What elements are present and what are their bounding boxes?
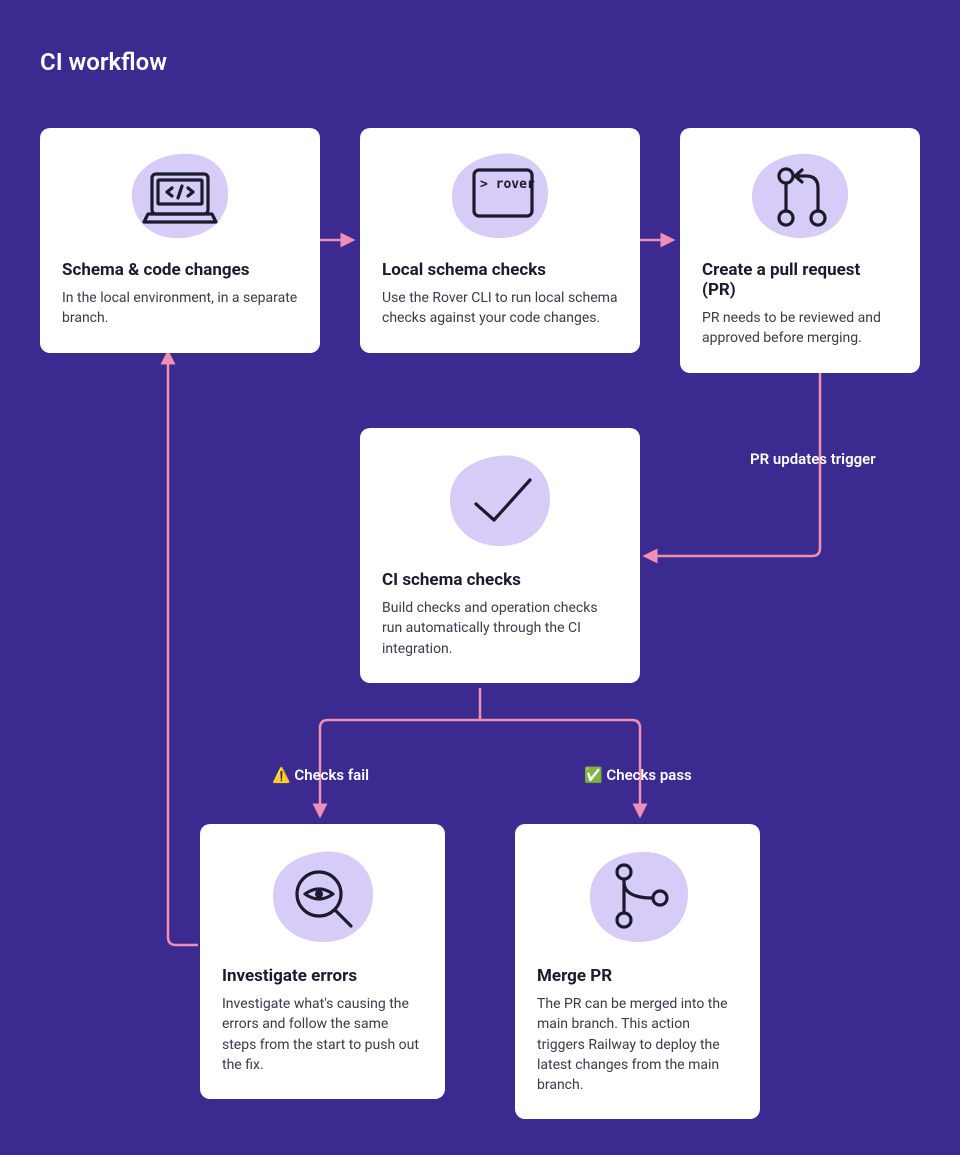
card-create-pr: Create a pull request (PR) PR needs to b…	[680, 128, 920, 373]
card-local-checks: > rover Local schema checks Use the Rove…	[360, 128, 640, 353]
card-ci-checks: CI schema checks Build checks and operat…	[360, 428, 640, 683]
checkmark-icon	[382, 446, 618, 560]
card-title: Local schema checks	[382, 260, 618, 280]
card-investigate: Investigate errors Investigate what's ca…	[200, 824, 445, 1099]
label-text: Checks fail	[294, 766, 369, 784]
card-desc: Build checks and operation checks run au…	[382, 598, 618, 659]
warning-icon: ⚠️	[272, 766, 291, 784]
card-title: Schema & code changes	[62, 260, 298, 280]
label-checks-fail: ⚠️ Checks fail	[272, 766, 369, 784]
card-desc: In the local environment, in a separate …	[62, 288, 298, 329]
card-schema-changes: Schema & code changes In the local envir…	[40, 128, 320, 353]
pull-request-icon	[702, 146, 898, 250]
card-desc: Use the Rover CLI to run local schema ch…	[382, 288, 618, 329]
check-icon: ✅	[584, 766, 603, 784]
card-title: CI schema checks	[382, 570, 618, 590]
magnify-eye-icon	[222, 842, 423, 956]
card-merge: Merge PR The PR can be merged into the m…	[515, 824, 760, 1119]
label-text: Checks pass	[606, 766, 691, 784]
label-checks-pass: ✅ Checks pass	[584, 766, 692, 784]
card-title: Create a pull request (PR)	[702, 260, 898, 300]
merge-icon	[537, 842, 738, 956]
label-pr-trigger: PR updates trigger	[750, 450, 876, 468]
card-title: Investigate errors	[222, 966, 423, 986]
card-desc: PR needs to be reviewed and approved bef…	[702, 308, 898, 349]
card-title: Merge PR	[537, 966, 738, 986]
terminal-rover-icon: > rover	[382, 146, 618, 250]
card-desc: Investigate what's causing the errors an…	[222, 994, 423, 1075]
diagram-title: CI workflow	[40, 48, 167, 76]
laptop-code-icon	[62, 146, 298, 250]
card-desc: The PR can be merged into the main branc…	[537, 994, 738, 1095]
rover-text: > rover	[480, 177, 535, 192]
